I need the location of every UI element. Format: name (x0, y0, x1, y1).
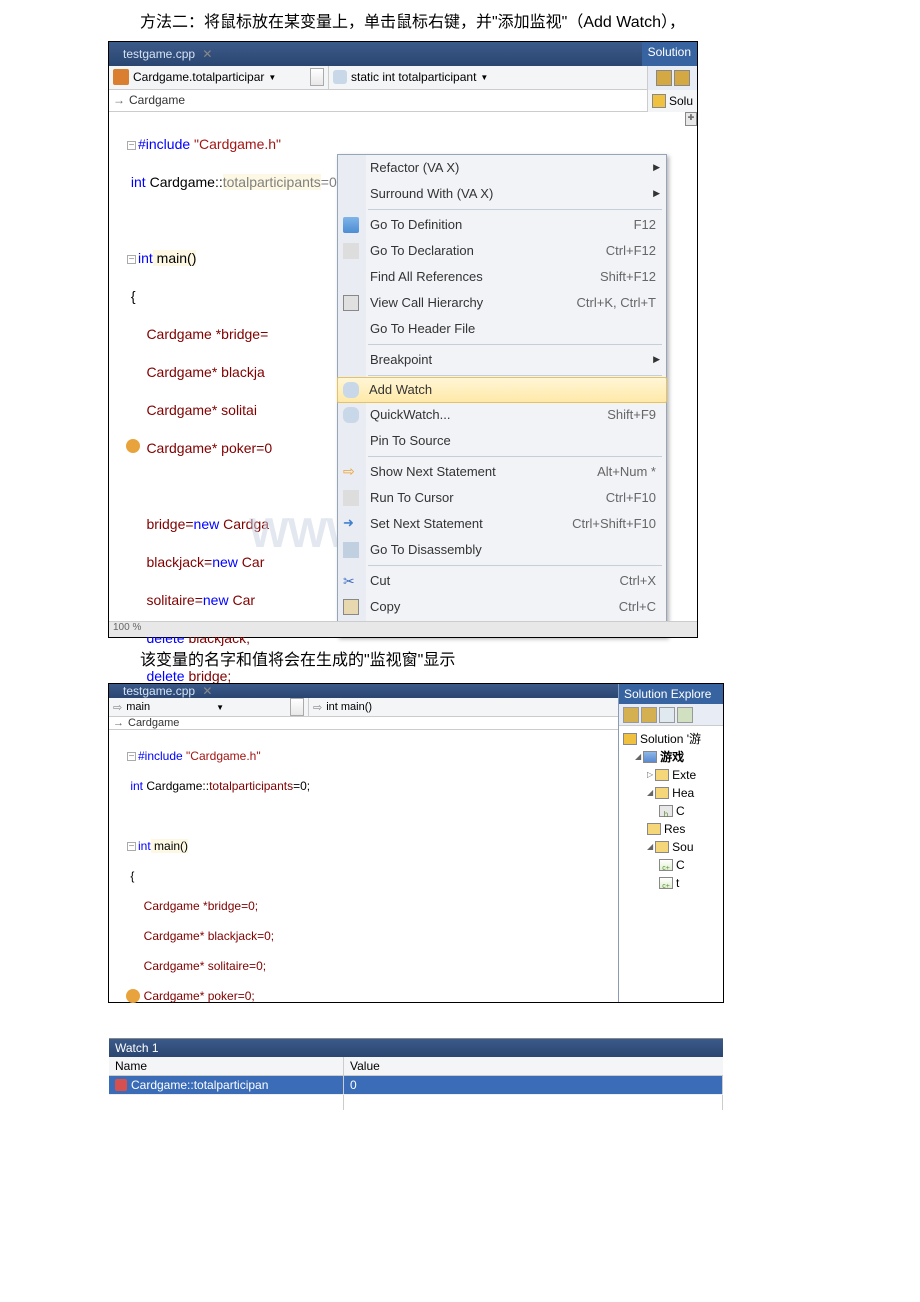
toolbar-icon[interactable] (641, 707, 657, 723)
close-icon[interactable]: ✕ (202, 47, 212, 61)
fold-icon[interactable]: − (127, 255, 136, 264)
menu-surround[interactable]: Surround With (VA X)▶ (338, 181, 666, 207)
menu-refactor[interactable]: Refactor (VA X)▶ (338, 155, 666, 181)
watch-row-empty[interactable] (109, 1094, 723, 1110)
member-dropdown[interactable]: static int totalparticipant (351, 70, 476, 84)
run-icon (343, 490, 359, 506)
arrow-icon: → (113, 717, 124, 729)
file-tab[interactable]: testgame.cpp ✕ (115, 47, 220, 61)
status-bar: 100 % (109, 621, 697, 637)
menu-show-next[interactable]: ⇨Show Next StatementAlt+Num * (338, 459, 666, 485)
chevron-right-icon: ▶ (653, 188, 660, 199)
class-bar[interactable]: → Cardgame ▼ (109, 90, 697, 112)
chevron-down-icon[interactable]: ▼ (480, 73, 488, 82)
folder-icon (655, 841, 669, 853)
toolbar-icon[interactable] (674, 70, 690, 86)
arrow-icon: ➜ (343, 516, 359, 532)
chevron-right-icon: ▶ (653, 354, 660, 365)
cpp-file-icon: c+ (659, 877, 673, 889)
spinner[interactable] (310, 68, 324, 86)
menu-breakpoint[interactable]: Breakpoint▶ (338, 347, 666, 373)
watch-row[interactable]: Cardgame::totalparticipan 0 (109, 1076, 723, 1094)
menu-disassembly[interactable]: Go To Disassembly (338, 537, 666, 563)
declaration-icon (343, 243, 359, 259)
col-value[interactable]: Value (344, 1057, 723, 1075)
solution-icon (652, 94, 666, 108)
arrow-icon: → (113, 93, 125, 107)
watch-icon (343, 382, 359, 398)
watch-icon (343, 407, 359, 423)
fold-icon[interactable]: − (127, 141, 136, 150)
menu-cut[interactable]: ✂CutCtrl+X (338, 568, 666, 594)
fold-icon[interactable]: − (127, 752, 136, 761)
solution-tab[interactable]: Solution (642, 42, 697, 66)
goto-icon (343, 217, 359, 233)
solution-toolbar (647, 66, 697, 90)
watch-var-icon (115, 1079, 127, 1091)
project-icon (643, 751, 657, 763)
tab-bar: testgame.cpp ✕ ▼ (109, 42, 697, 66)
watch-title: Watch 1 (109, 1039, 723, 1057)
toolbar-icon[interactable] (656, 70, 672, 86)
expand-icon[interactable]: ◢ (647, 784, 653, 802)
solution-header: Solution Explore (619, 684, 723, 704)
folder-icon (647, 823, 661, 835)
scope-dropdown[interactable]: Cardgame.totalparticipar (133, 70, 264, 84)
menu-run-cursor[interactable]: Run To CursorCtrl+F10 (338, 485, 666, 511)
expand-icon[interactable]: ▷ (647, 766, 653, 784)
caption-1: 方法二：将鼠标放在某变量上，单击鼠标右键，并"添加监视"（Add Watch）， (0, 0, 920, 41)
hierarchy-icon (343, 295, 359, 311)
expand-icon[interactable]: ◢ (647, 838, 653, 856)
menu-quickwatch[interactable]: QuickWatch...Shift+F9 (338, 402, 666, 428)
menu-find-references[interactable]: Find All ReferencesShift+F12 (338, 264, 666, 290)
watch-columns: Name Value (109, 1057, 723, 1076)
menu-goto-declaration[interactable]: Go To DeclarationCtrl+F12 (338, 238, 666, 264)
menu-set-next[interactable]: ➜Set Next StatementCtrl+Shift+F10 (338, 511, 666, 537)
screenshot-1: testgame.cpp ✕ ▼ Solution Cardgame.total… (108, 41, 698, 638)
breakpoint-icon[interactable] (126, 439, 140, 453)
member-icon (333, 70, 347, 84)
cut-icon: ✂ (343, 573, 359, 589)
watch-panel: Watch 1 Name Value Cardgame::totalpartic… (109, 1038, 723, 1110)
close-icon[interactable]: ✕ (202, 684, 212, 698)
solution-toolbar (619, 704, 723, 726)
member-dropdown[interactable]: int main() (326, 701, 372, 713)
chevron-down-icon[interactable]: ▼ (268, 73, 276, 82)
screenshot-2: testgame.cpp ✕ ▼ ⇨ main ▼ ⇨ int main() ▼… (108, 683, 724, 1003)
copy-icon (343, 599, 359, 615)
menu-add-watch[interactable]: Add Watch (337, 377, 667, 403)
h-file-icon: h (659, 805, 673, 817)
scope-dropdown[interactable]: main (126, 701, 150, 713)
toolbar-icon[interactable] (677, 707, 693, 723)
fold-icon[interactable]: − (127, 842, 136, 851)
col-name[interactable]: Name (109, 1057, 344, 1075)
disassembly-icon (343, 542, 359, 558)
file-tab[interactable]: testgame.cpp ✕ (115, 684, 220, 698)
vs-icon (113, 69, 129, 85)
folder-icon (655, 769, 669, 781)
chevron-down-icon[interactable]: ▼ (216, 703, 224, 712)
menu-call-hierarchy[interactable]: View Call HierarchyCtrl+K, Ctrl+T (338, 290, 666, 316)
menu-copy[interactable]: CopyCtrl+C (338, 594, 666, 620)
cpp-file-icon: c+ (659, 859, 673, 871)
spinner[interactable] (290, 698, 304, 716)
solution-icon (623, 733, 637, 745)
menu-goto-definition[interactable]: Go To DefinitionF12 (338, 212, 666, 238)
context-menu: Refactor (VA X)▶ Surround With (VA X)▶ G… (337, 154, 667, 637)
solution-panel-header: Solu (647, 90, 697, 112)
chevron-right-icon: ▶ (653, 162, 660, 173)
menu-pin-source[interactable]: Pin To Source (338, 428, 666, 454)
arrow-icon: ⇨ (343, 464, 359, 480)
arrow-icon: ⇨ (113, 701, 122, 714)
toolbar-icon[interactable] (623, 707, 639, 723)
solution-tree[interactable]: Solution '游 ◢游戏 ▷Exte ◢Hea hC Res ◢Sou c… (619, 726, 723, 896)
folder-icon (655, 787, 669, 799)
nav-bar: Cardgame.totalparticipar ▼ static int to… (109, 66, 697, 90)
solution-explorer: Solution Explore Solution '游 ◢游戏 ▷Exte ◢… (618, 684, 723, 1002)
menu-header-file[interactable]: Go To Header File (338, 316, 666, 342)
toolbar-icon[interactable] (659, 707, 675, 723)
arrow-icon: ⇨ (313, 701, 322, 714)
expand-icon[interactable]: ◢ (635, 748, 641, 766)
